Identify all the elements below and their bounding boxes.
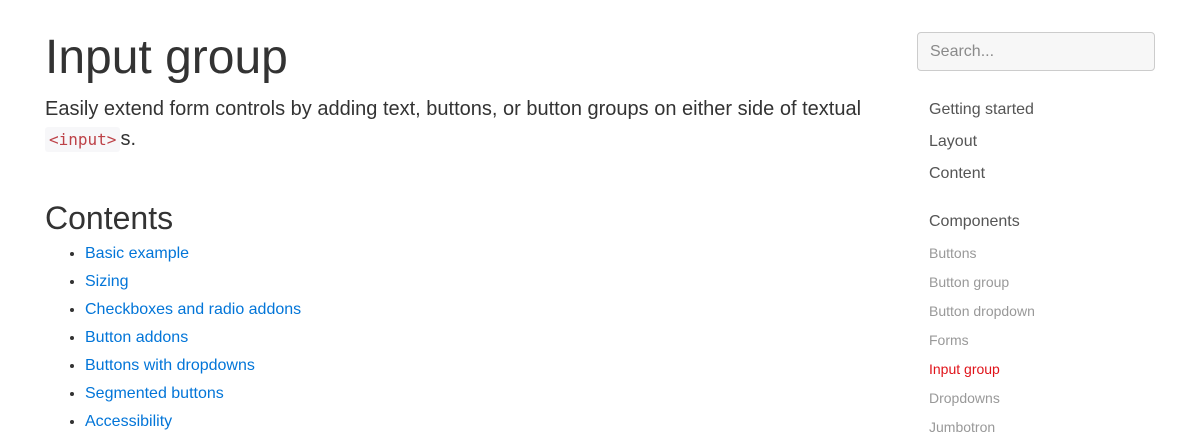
toc-item: Button addons <box>85 324 301 352</box>
toc-link-buttons-with-dropdowns[interactable]: Buttons with dropdowns <box>85 357 255 374</box>
sidebar-item-forms[interactable]: Forms <box>929 332 969 348</box>
sidebar-section-components[interactable]: Components <box>929 213 1020 231</box>
lead-paragraph: Easily extend form controls by adding te… <box>45 94 885 155</box>
sidebar-section-content[interactable]: Content <box>929 165 985 183</box>
toc-item: Sizing <box>85 268 301 296</box>
toc-link-segmented-buttons[interactable]: Segmented buttons <box>85 385 224 402</box>
toc-item: Segmented buttons <box>85 380 301 408</box>
sidebar-item-buttons[interactable]: Buttons <box>929 245 976 261</box>
toc-item: Accessibility <box>85 408 301 436</box>
sidebar-item-button-dropdown[interactable]: Button dropdown <box>929 303 1035 319</box>
input-code: <input> <box>45 127 121 152</box>
toc-item: Checkboxes and radio addons <box>85 296 301 324</box>
toc-link-button-addons[interactable]: Button addons <box>85 329 188 346</box>
sidebar-section-layout[interactable]: Layout <box>929 133 977 151</box>
toc-link-accessibility[interactable]: Accessibility <box>85 413 172 430</box>
page: Input group Easily extend form controls … <box>0 0 1185 442</box>
toc-item: Basic example <box>85 240 301 268</box>
lead-text: Easily extend form controls by adding te… <box>45 98 862 120</box>
sidebar-item-jumbotron[interactable]: Jumbotron <box>929 419 995 435</box>
toc-link-basic-example[interactable]: Basic example <box>85 245 189 262</box>
page-title: Input group <box>45 31 288 84</box>
toc-item: Buttons with dropdowns <box>85 352 301 380</box>
sidebar-item-dropdowns[interactable]: Dropdowns <box>929 390 1000 406</box>
search-input[interactable] <box>917 32 1155 71</box>
contents-heading: Contents <box>45 200 174 236</box>
lead-suffix: s. <box>120 128 136 150</box>
sidebar-item-button-group[interactable]: Button group <box>929 274 1009 290</box>
sidebar-item-input-group[interactable]: Input group <box>929 361 1000 377</box>
sidebar-section-getting-started[interactable]: Getting started <box>929 101 1034 119</box>
contents-list: Basic example Sizing Checkboxes and radi… <box>45 240 301 436</box>
toc-link-checkboxes-radio-addons[interactable]: Checkboxes and radio addons <box>85 301 301 318</box>
toc-link-sizing[interactable]: Sizing <box>85 273 129 290</box>
